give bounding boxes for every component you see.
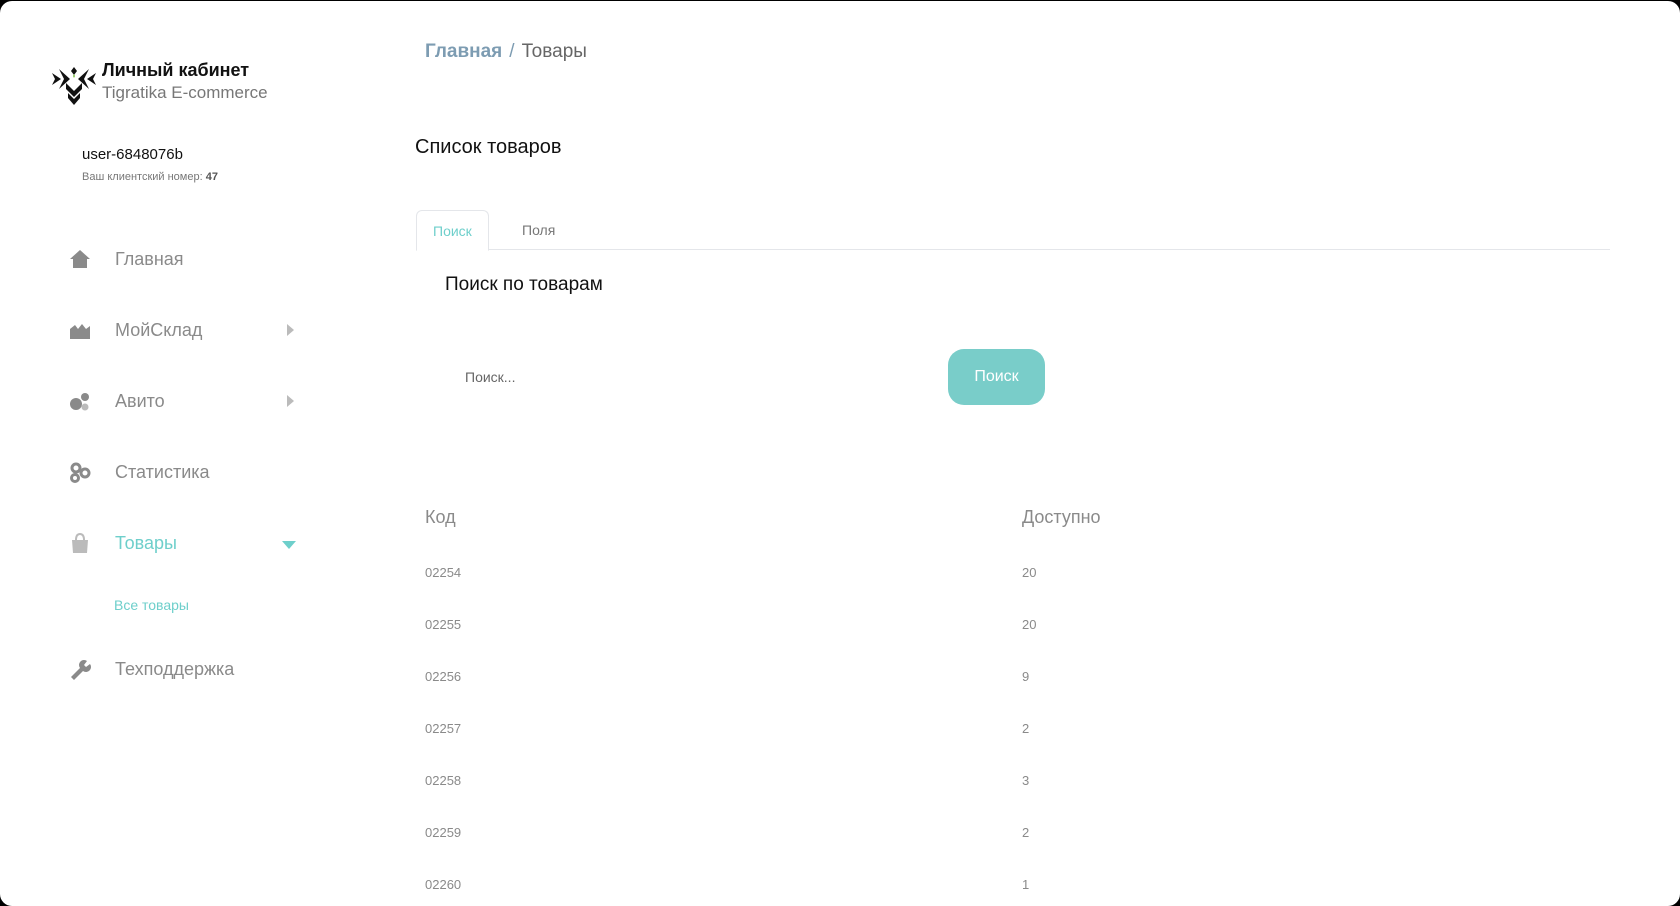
client-number-label: Ваш клиентский номер:	[82, 171, 203, 183]
sidebar-item-moysklad[interactable]: МойСклад	[68, 310, 300, 350]
table-row[interactable]: 02254 20	[425, 565, 1625, 617]
table-row[interactable]: 02259 2	[425, 825, 1625, 877]
search-input[interactable]	[451, 361, 931, 393]
user-name: user-6848076b	[82, 146, 183, 163]
stats-icon	[68, 460, 92, 484]
cell-code: 02260	[425, 877, 462, 892]
table-row[interactable]: 02257 2	[425, 721, 1625, 773]
chevron-right-icon	[287, 324, 294, 336]
cell-available: 3	[1022, 773, 1030, 788]
tiger-logo-icon	[52, 67, 96, 105]
cell-available: 20	[1022, 565, 1037, 580]
cell-available: 1	[1022, 877, 1030, 892]
chevron-down-icon	[282, 541, 296, 549]
cell-available: 20	[1022, 617, 1037, 632]
cell-code: 02255	[425, 617, 462, 632]
wrench-icon	[68, 657, 92, 681]
warehouse-icon	[68, 318, 92, 342]
brand-title: Личный кабинет	[102, 60, 250, 80]
chevron-right-icon	[287, 395, 294, 407]
cell-code: 02254	[425, 565, 462, 580]
sidebar-item-label: Техподдержка	[115, 658, 235, 679]
cell-available: 2	[1022, 825, 1030, 840]
search-section-title: Поиск по товарам	[445, 274, 603, 295]
sidebar-item-home[interactable]: Главная	[68, 239, 300, 279]
breadcrumb-current: Товары	[521, 41, 587, 62]
tab-fields[interactable]: Поля	[506, 210, 571, 250]
breadcrumb: Главная / Товары	[425, 41, 587, 63]
home-icon	[68, 247, 92, 271]
tab-bar: Поиск Поля	[416, 210, 1610, 251]
column-header-available: Доступно	[1022, 507, 1101, 527]
sidebar-item-avito[interactable]: Авито	[68, 381, 300, 421]
table-row[interactable]: 02256 9	[425, 669, 1625, 721]
sidebar-item-products[interactable]: Товары	[68, 523, 300, 563]
cell-code: 02258	[425, 773, 462, 788]
avito-icon	[68, 389, 92, 413]
app-window: Личный кабинет Tigratika E-commerce user…	[0, 1, 1680, 906]
user-info: user-6848076b Ваш клиентский номер: 47	[82, 145, 218, 183]
cell-code: 02259	[425, 825, 462, 840]
client-number: Ваш клиентский номер: 47	[82, 171, 218, 183]
cell-code: 02256	[425, 669, 462, 684]
sidebar-item-label: Статистика	[115, 461, 210, 482]
cell-code: 02257	[425, 721, 462, 736]
column-header-code: Код	[425, 507, 456, 527]
sidebar-item-label: Товары	[115, 532, 177, 553]
tab-search[interactable]: Поиск	[416, 210, 489, 251]
cell-available: 2	[1022, 721, 1030, 736]
client-number-value: 47	[205, 171, 218, 183]
sidebar-item-support[interactable]: Техподдержка	[68, 649, 300, 689]
sidebar: Личный кабинет Tigratika E-commerce user…	[0, 1, 330, 906]
breadcrumb-separator: /	[509, 41, 515, 62]
table-row[interactable]: 02258 3	[425, 773, 1625, 825]
brand-subtitle: Tigratika E-commerce	[102, 83, 268, 102]
sidebar-subitem-all-products[interactable]: Все товары	[114, 597, 189, 613]
brand-logo[interactable]: Личный кабинет Tigratika E-commerce	[52, 59, 268, 105]
bag-icon	[68, 531, 92, 555]
sidebar-item-label: Главная	[115, 248, 184, 269]
table-row[interactable]: 02260 1	[425, 877, 1625, 905]
sidebar-item-label: МойСклад	[115, 319, 203, 340]
sidebar-item-stats[interactable]: Статистика	[68, 452, 300, 492]
breadcrumb-home-link[interactable]: Главная	[425, 41, 502, 62]
cell-available: 9	[1022, 669, 1030, 684]
search-button[interactable]: Поиск	[948, 349, 1045, 405]
sidebar-item-label: Авито	[115, 390, 165, 411]
table-row[interactable]: 02255 20	[425, 617, 1625, 669]
page-title: Список товаров	[415, 136, 562, 158]
